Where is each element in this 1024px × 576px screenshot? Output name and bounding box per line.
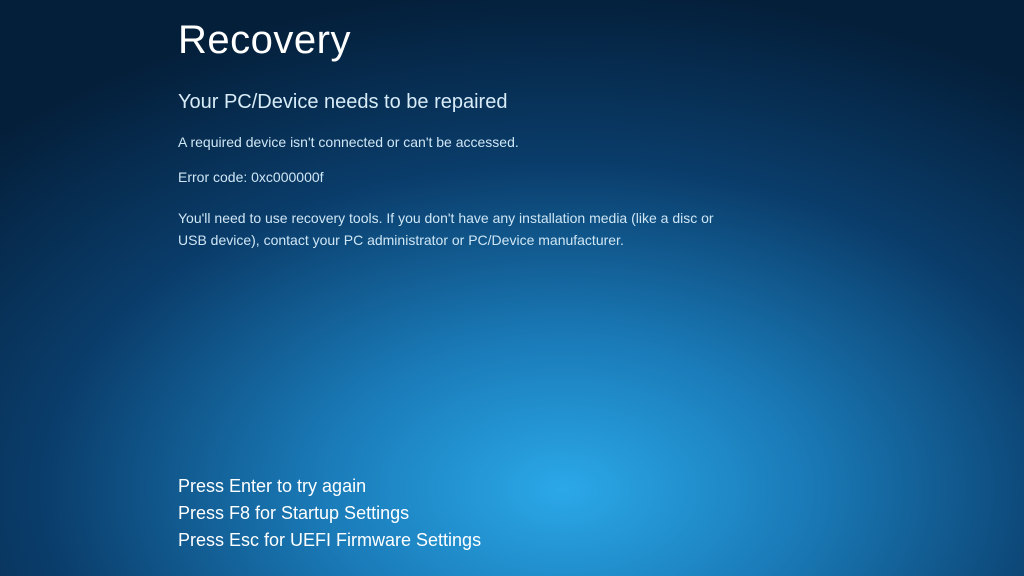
page-subtitle: Your PC/Device needs to be repaired: [178, 91, 740, 114]
recovery-instructions: You'll need to use recovery tools. If yo…: [178, 207, 740, 252]
action-uefi-settings: Press Esc for UEFI Firmware Settings: [178, 527, 481, 554]
error-message: A required device isn't connected or can…: [178, 132, 740, 153]
error-code: Error code: 0xc000000f: [178, 169, 740, 185]
action-retry: Press Enter to try again: [178, 473, 481, 500]
page-title: Recovery: [178, 18, 740, 63]
footer-actions: Press Enter to try again Press F8 for St…: [178, 473, 481, 554]
recovery-content: Recovery Your PC/Device needs to be repa…: [0, 0, 740, 252]
action-startup-settings: Press F8 for Startup Settings: [178, 500, 481, 527]
